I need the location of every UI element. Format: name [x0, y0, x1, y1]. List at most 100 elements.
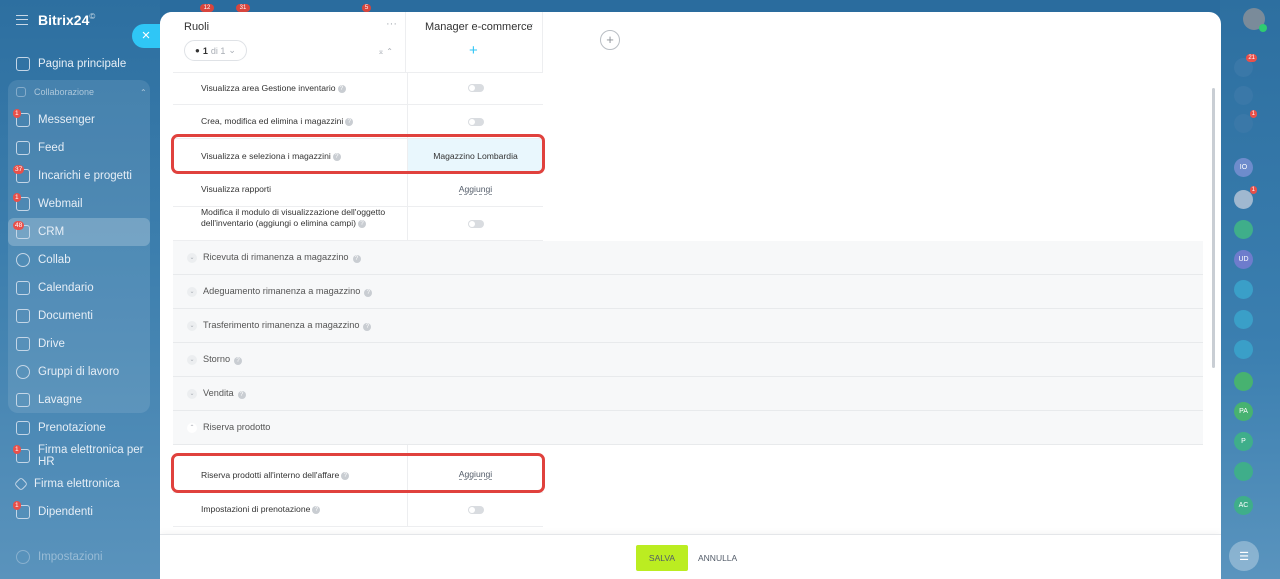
section-adjustment[interactable]: ⌄ Adeguamento rimanenza a magazzino? [173, 275, 1203, 309]
groups-icon [16, 365, 30, 379]
chat-list-icon[interactable]: ☰ [1229, 541, 1259, 571]
sidebar-item-documents[interactable]: Documenti [0, 302, 160, 330]
group-chat-icon[interactable] [1234, 372, 1253, 391]
user-avatar-icon[interactable]: IO [1234, 158, 1253, 177]
sidebar-group-collaboration[interactable]: Collaborazione ⌃ [0, 80, 160, 104]
permission-cell[interactable]: Aggiungi [407, 173, 543, 206]
collapse-expand-icon[interactable]: ⌅⌃ [378, 47, 395, 56]
sidebar-item-calendar[interactable]: Calendario [0, 274, 160, 302]
close-slider-button[interactable]: × [132, 24, 160, 48]
footer-bar: SALVA ANNULLA [160, 534, 1221, 579]
chat-icon[interactable]: 1 [1234, 110, 1257, 133]
add-role-button[interactable]: + [600, 30, 620, 50]
sidebar-item-hr-signature[interactable]: 1 Firma elettronica per HR [0, 442, 160, 470]
role-menu-icon[interactable]: ··· [524, 19, 534, 30]
role-column-header: Manager e-commerce ··· + [407, 12, 543, 72]
add-member-icon[interactable]: + [469, 42, 478, 59]
permission-cell[interactable] [407, 207, 543, 240]
help-icon[interactable]: ? [312, 505, 321, 514]
permissions-grid: Ruoli ··· ● 1 di 1 ⌄ ⌅⌃ Manager e-commer… [160, 12, 1203, 534]
task-chat-icon[interactable] [1234, 220, 1253, 239]
chevron-down-icon: ⌄ [187, 388, 197, 399]
toggle-switch[interactable] [467, 505, 484, 514]
mail-icon: 1 [13, 193, 30, 211]
help-icon[interactable]: ? [234, 356, 243, 365]
sidebar-item-employees[interactable]: 1 Dipendenti [0, 498, 160, 526]
help-icon[interactable]: ? [357, 219, 366, 228]
permission-row: Visualizza rapporti Aggiungi [173, 173, 543, 207]
toggle-switch[interactable] [467, 117, 484, 126]
group-chat-icon[interactable] [1234, 310, 1253, 329]
sidebar-item-crm[interactable]: 48 CRM [8, 218, 150, 246]
sidebar-item-messenger[interactable]: 1 Messenger [0, 106, 160, 134]
section-transfer[interactable]: ⌄ Trasferimento rimanenza a magazzino? [173, 309, 1203, 343]
highlight-annotation [171, 134, 545, 174]
save-button[interactable]: SALVA [636, 545, 688, 571]
booking-icon [16, 421, 30, 435]
menu-burger-icon[interactable] [16, 15, 28, 25]
chevron-up-icon: ⌃ [140, 87, 147, 97]
sidebar-item-workgroups[interactable]: Gruppi di lavoro [0, 358, 160, 386]
sidebar-item-signature[interactable]: Firma elettronica [0, 470, 160, 498]
open-channel-icon[interactable] [1234, 340, 1253, 359]
group-chat-icon[interactable] [1234, 280, 1253, 299]
user-avatar-icon[interactable]: 1 [1234, 186, 1257, 209]
task-chat-icon[interactable] [1234, 462, 1253, 481]
sidebar-item-boards[interactable]: Lavagne [0, 386, 160, 414]
help-icon[interactable]: ? [345, 117, 354, 126]
user-avatar-icon[interactable]: AC [1234, 496, 1253, 515]
user-avatar-icon[interactable] [1243, 8, 1267, 32]
permission-row: Modifica il modulo di visualizzazione de… [173, 207, 543, 241]
activity-icon[interactable] [1234, 86, 1253, 105]
pager[interactable]: ● 1 di 1 ⌄ [184, 40, 247, 61]
left-sidebar: Bitrix24© Pagina principale Collaborazio… [0, 0, 160, 579]
help-icon[interactable]: ? [363, 322, 372, 331]
toggle-switch[interactable] [467, 84, 484, 92]
section-sale[interactable]: ⌄ Vendita? [173, 377, 1203, 411]
sidebar-item-drive[interactable]: Drive [0, 330, 160, 358]
sidebar-item-webmail[interactable]: 1 Webmail [0, 190, 160, 218]
user-avatar-icon[interactable]: UD [1234, 250, 1253, 269]
help-icon[interactable]: ? [337, 84, 346, 93]
crm-icon: 48 [13, 221, 30, 239]
sidebar-item-home[interactable]: Pagina principale [0, 50, 160, 78]
vertical-scrollbar[interactable] [1212, 88, 1215, 368]
chevron-down-icon: ⌄ [228, 45, 236, 55]
calendar-icon [16, 281, 30, 295]
add-link[interactable]: Aggiungi [458, 184, 493, 195]
online-status-icon [1259, 24, 1267, 32]
sidebar-item-tasks[interactable]: 37 Incarichi e progetti [0, 162, 160, 190]
chevron-down-icon: ⌄ [187, 354, 197, 365]
close-icon: × [141, 27, 151, 44]
top-counter-badge: 31 [236, 4, 250, 12]
help-icon[interactable]: ? [352, 254, 361, 263]
section-receipt[interactable]: ⌄ Ricevuta di rimanenza a magazzino? [173, 241, 1203, 275]
user-avatar-icon[interactable]: PA [1234, 402, 1253, 421]
sidebar-item-booking[interactable]: Prenotazione [0, 414, 160, 442]
toggle-switch[interactable] [467, 219, 484, 228]
permission-cell[interactable] [407, 493, 543, 526]
section-product-reserve[interactable]: ⌃ Riserva prodotto [173, 411, 1203, 445]
sidebar-item-settings[interactable]: Impostazioni [0, 543, 160, 571]
employees-icon: 1 [13, 501, 30, 519]
eye-icon: ● [195, 46, 200, 55]
section-storno[interactable]: ⌄ Storno? [173, 343, 1203, 377]
settings-icon [16, 550, 30, 564]
messenger-icon: 1 [13, 109, 30, 127]
brand-logo[interactable]: Bitrix24© [38, 12, 95, 28]
permission-cell[interactable] [407, 72, 543, 104]
roles-menu-icon[interactable]: ··· [386, 18, 397, 30]
cancel-button[interactable]: ANNULLA [698, 545, 737, 571]
sidebar-item-feed[interactable]: Feed [0, 134, 160, 162]
user-avatar-icon[interactable]: P [1234, 432, 1253, 451]
help-icon[interactable]: ? [237, 390, 246, 399]
collab-icon [16, 253, 30, 267]
highlight-annotation [171, 453, 545, 493]
sidebar-item-collab[interactable]: Collab [0, 246, 160, 274]
boards-icon [16, 393, 30, 407]
counter-badge: 1 [1249, 110, 1257, 118]
notifications-icon[interactable]: 21 [1234, 54, 1257, 77]
permissions-slider: Ruoli ··· ● 1 di 1 ⌄ ⌅⌃ Manager e-commer… [160, 12, 1221, 579]
role-title: Manager e-commerce [425, 21, 533, 33]
help-icon[interactable]: ? [364, 288, 373, 297]
